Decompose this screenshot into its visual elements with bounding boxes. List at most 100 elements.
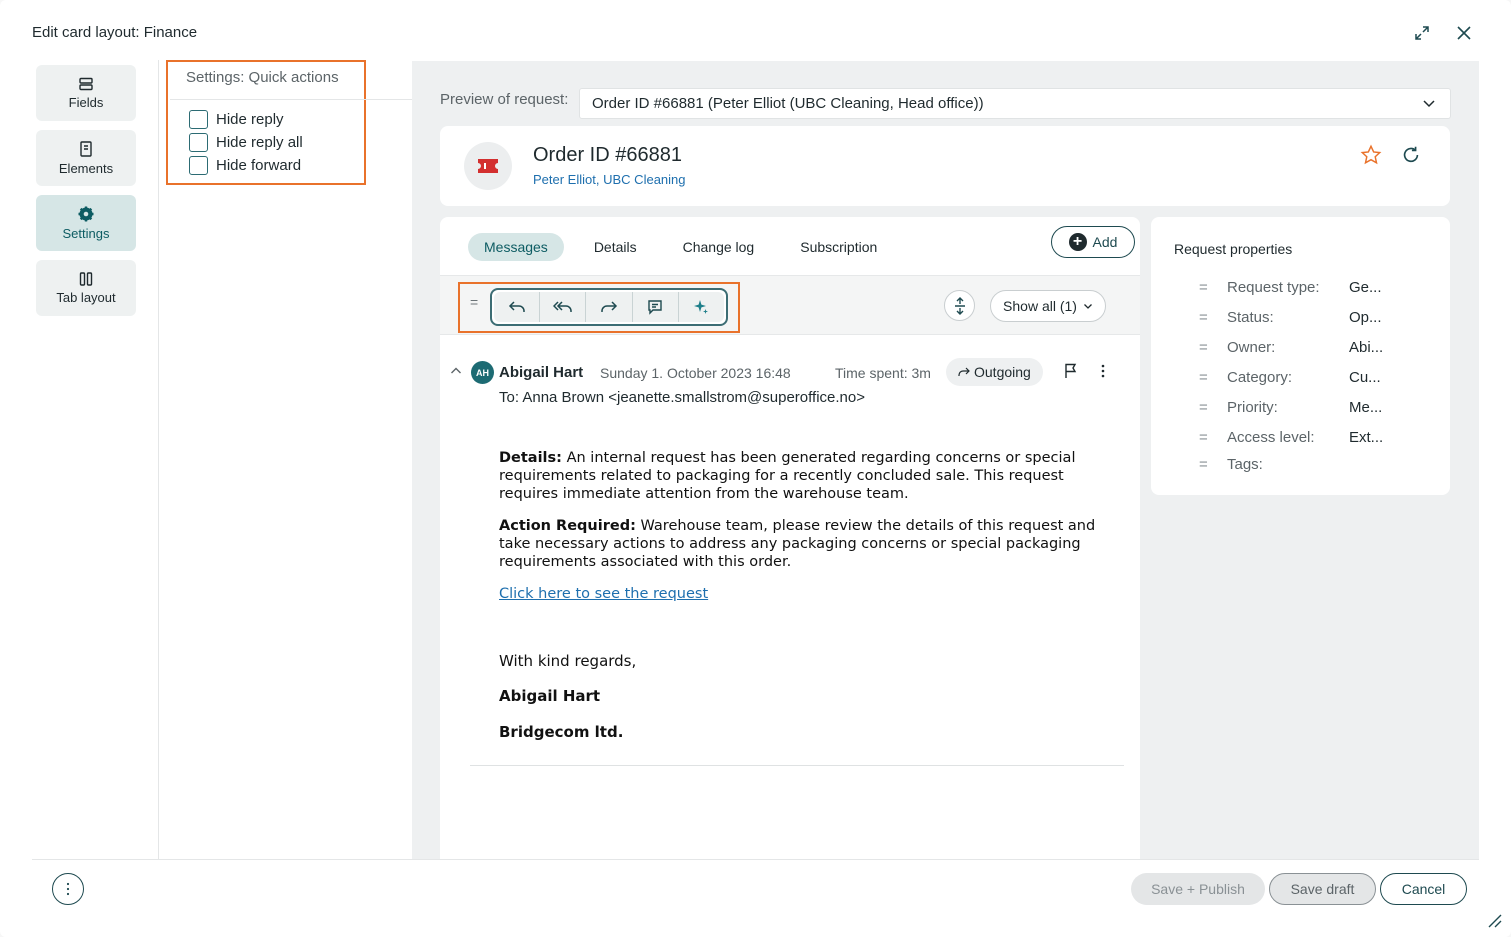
company-link[interactable]: UBC Cleaning	[603, 172, 685, 187]
reply-all-icon	[552, 301, 572, 312]
message-date: Sunday 1. October 2023 16:48	[600, 365, 791, 381]
star-icon[interactable]	[1360, 144, 1382, 166]
expand-messages-button[interactable]	[944, 290, 975, 321]
add-button[interactable]: + Add	[1051, 226, 1135, 258]
flag-icon[interactable]	[1064, 363, 1078, 379]
request-title: Order ID #66881	[533, 144, 682, 166]
settings-divider	[170, 99, 412, 100]
close-icon[interactable]	[1453, 22, 1475, 44]
comment-icon	[648, 300, 662, 315]
message-divider	[470, 765, 1124, 766]
hide-reply-checkbox[interactable]	[189, 110, 208, 129]
reply-all-button[interactable]	[540, 292, 587, 322]
tab-layout-icon	[79, 271, 93, 286]
hide-forward-checkbox[interactable]	[189, 156, 208, 175]
forward-icon	[601, 301, 618, 312]
footer-divider	[32, 859, 1479, 860]
option-label: Hide reply	[216, 111, 284, 128]
message-sender: Abigail Hart	[499, 364, 584, 381]
nav-label: Tab layout	[56, 289, 116, 305]
nav-label: Settings	[62, 225, 110, 241]
property-row[interactable]: = Request type: Ge...	[1199, 279, 1382, 296]
signature-company: Bridgecom ltd.	[499, 723, 624, 741]
hide-forward-option[interactable]: Hide forward	[189, 156, 301, 175]
request-link[interactable]: Click here to see the request	[499, 586, 708, 602]
messages-card: Messages Details Change log Subscription…	[440, 217, 1140, 859]
refresh-icon[interactable]	[1400, 144, 1422, 166]
tab-subscription[interactable]: Subscription	[784, 233, 893, 261]
tab-messages[interactable]: Messages	[468, 233, 564, 261]
show-all-dropdown[interactable]: Show all (1)	[990, 290, 1106, 322]
save-draft-button[interactable]: Save draft	[1269, 873, 1376, 905]
quick-actions-toolbar: = Show all (1)	[440, 275, 1140, 335]
nav-item-settings[interactable]: Settings	[36, 195, 136, 251]
outgoing-badge: Outgoing	[946, 358, 1043, 386]
contact-separator: ,	[595, 172, 600, 187]
request-tabs: Messages Details Change log Subscription	[468, 233, 907, 261]
preview-request-select[interactable]: Order ID #66881 (Peter Elliot (UBC Clean…	[579, 88, 1451, 119]
property-row[interactable]: = Priority: Me...	[1199, 399, 1382, 416]
property-row[interactable]: = Tags:	[1199, 456, 1349, 473]
elements-icon	[80, 140, 92, 157]
quick-actions-group	[490, 288, 728, 326]
tab-details[interactable]: Details	[578, 233, 653, 261]
nav-item-elements[interactable]: Elements	[36, 130, 136, 186]
outgoing-label: Outgoing	[974, 364, 1031, 380]
chevron-up-icon[interactable]	[450, 365, 462, 377]
edit-card-layout-dialog: Edit card layout: Finance Fields Element…	[0, 0, 1511, 937]
signature-name: Abigail Hart	[499, 687, 601, 705]
request-ticket-icon	[464, 142, 512, 190]
footer-more-button[interactable]	[52, 873, 84, 905]
action-label: Action Required:	[499, 518, 636, 534]
drag-handle-icon[interactable]: =	[470, 294, 478, 310]
ai-assist-button[interactable]	[678, 292, 725, 322]
preview-label: Preview of request:	[440, 91, 569, 108]
hide-reply-option[interactable]: Hide reply	[189, 110, 284, 129]
hide-reply-all-option[interactable]: Hide reply all	[189, 133, 303, 152]
nav-item-tab-layout[interactable]: Tab layout	[36, 260, 136, 316]
properties-title: Request properties	[1174, 241, 1293, 257]
tab-change-log[interactable]: Change log	[667, 233, 771, 261]
details-label: Details:	[499, 450, 562, 466]
nav-label: Fields	[68, 94, 104, 110]
property-row[interactable]: = Status: Op...	[1199, 309, 1382, 326]
regards-text: With kind regards,	[499, 652, 637, 670]
save-publish-button[interactable]: Save + Publish	[1131, 873, 1265, 905]
request-contact-line: Peter Elliot, UBC Cleaning	[533, 172, 686, 187]
hide-reply-all-checkbox[interactable]	[189, 133, 208, 152]
contact-link[interactable]: Peter Elliot	[533, 172, 596, 187]
expand-vertical-icon	[954, 296, 965, 315]
settings-title: Settings: Quick actions	[186, 69, 339, 86]
property-row[interactable]: = Access level: Ext...	[1199, 429, 1383, 446]
property-row[interactable]: = Owner: Abi...	[1199, 339, 1383, 356]
nav-item-fields[interactable]: Fields	[36, 65, 136, 121]
comment-button[interactable]	[632, 292, 679, 322]
plus-icon: +	[1068, 233, 1087, 251]
more-vertical-icon	[66, 882, 70, 896]
property-row[interactable]: = Category: Cu...	[1199, 369, 1381, 386]
layout-nav: Fields Elements Settings Tab layout	[36, 65, 136, 325]
option-label: Hide forward	[216, 157, 302, 174]
resize-handle-icon[interactable]	[1485, 911, 1503, 929]
message-body: Details: An internal request has been ge…	[499, 449, 1119, 617]
expand-icon[interactable]	[1411, 22, 1433, 44]
time-spent: Time spent: 3m	[835, 365, 931, 381]
request-properties-card: Request properties = Request type: Ge... =…	[1151, 217, 1450, 495]
message-recipient: To: Anna Brown <jeanette.smallstrom@supe…	[499, 389, 865, 406]
reply-button[interactable]	[494, 292, 541, 322]
details-text: An internal request has been generated r…	[499, 450, 1076, 502]
more-vertical-icon[interactable]	[1100, 363, 1106, 379]
cancel-button[interactable]: Cancel	[1380, 873, 1467, 905]
forward-button[interactable]	[586, 292, 633, 322]
nav-label: Elements	[58, 160, 114, 176]
preview-area: Preview of request: Order ID #66881 (Pet…	[412, 61, 1479, 859]
chevron-down-icon	[1083, 304, 1092, 309]
chevron-down-icon	[1423, 100, 1435, 108]
request-header-card: Order ID #66881 Peter Elliot, UBC Cleani…	[440, 126, 1450, 206]
add-label: Add	[1092, 234, 1118, 250]
option-label: Hide reply all	[216, 134, 303, 151]
outgoing-arrow-icon	[958, 367, 970, 376]
reply-icon	[508, 301, 525, 312]
sparkle-icon	[694, 300, 709, 314]
dialog-title: Edit card layout: Finance	[32, 24, 198, 41]
